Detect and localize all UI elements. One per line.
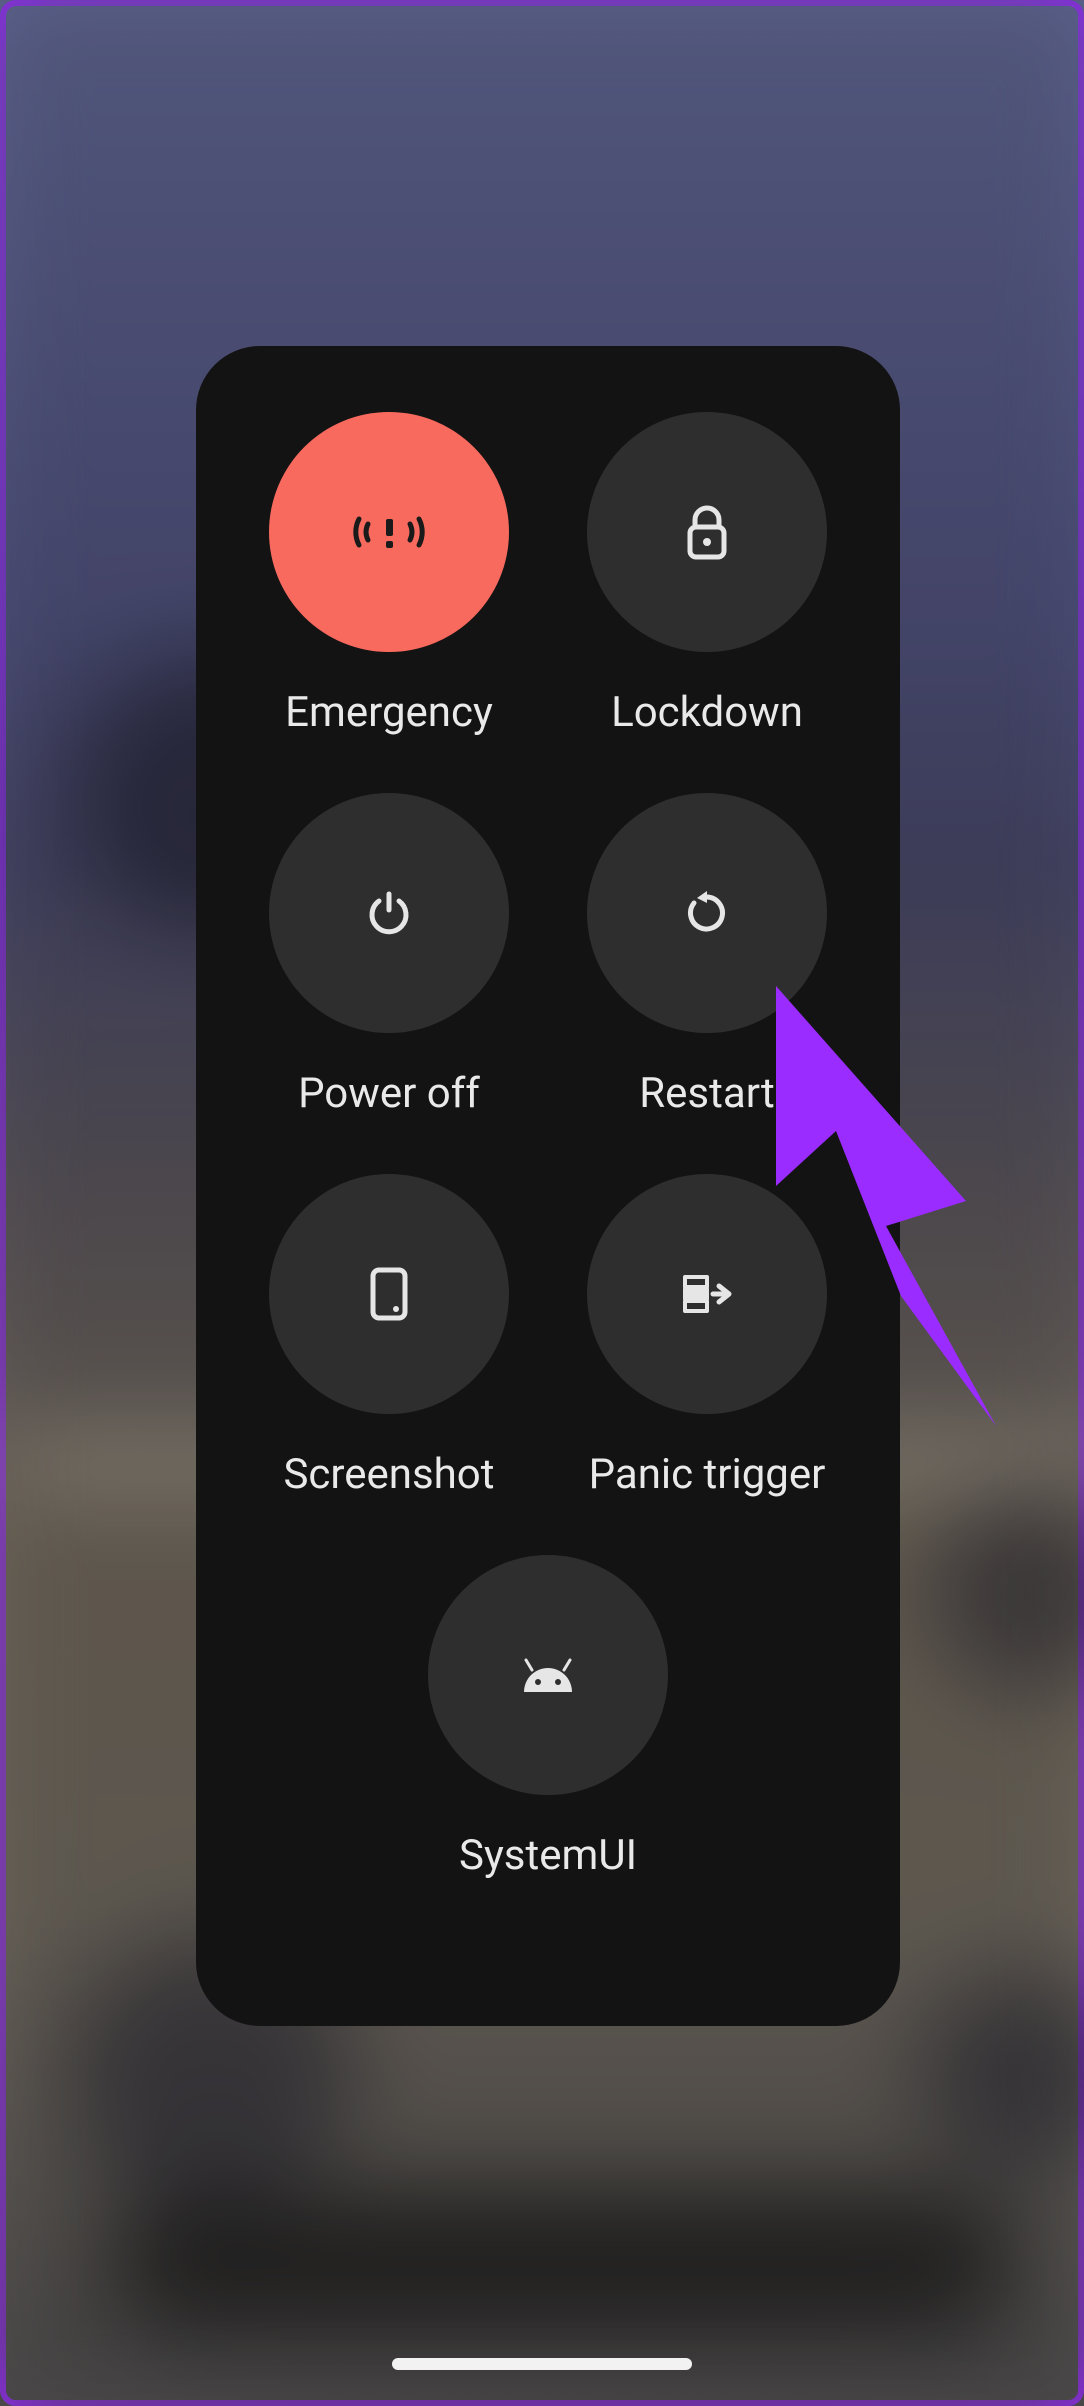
- power-icon: [269, 793, 509, 1033]
- home-indicator[interactable]: [392, 2358, 692, 2370]
- lockdown-label: Lockdown: [611, 688, 803, 737]
- lockdown-button[interactable]: Lockdown: [560, 412, 854, 737]
- android-icon: [428, 1555, 668, 1795]
- lock-icon: [587, 412, 827, 652]
- emergency-label: Emergency: [285, 688, 493, 737]
- panic-trigger-button[interactable]: Panic trigger: [560, 1174, 854, 1499]
- restart-button[interactable]: Restart: [560, 793, 854, 1118]
- panic-trigger-label: Panic trigger: [589, 1450, 826, 1499]
- power-off-button[interactable]: Power off: [242, 793, 536, 1118]
- systemui-label: SystemUI: [459, 1831, 637, 1880]
- panic-icon: [587, 1174, 827, 1414]
- power-off-label: Power off: [298, 1069, 480, 1118]
- power-menu-panel: Emergency Lockdown Power off: [196, 346, 900, 2026]
- systemui-button[interactable]: SystemUI: [242, 1555, 854, 1880]
- screenshot-icon: [269, 1174, 509, 1414]
- screenshot-button[interactable]: Screenshot: [242, 1174, 536, 1499]
- restart-label: Restart: [639, 1069, 774, 1118]
- screenshot-label: Screenshot: [283, 1450, 494, 1499]
- emergency-button[interactable]: Emergency: [242, 412, 536, 737]
- emergency-icon: [269, 412, 509, 652]
- restart-icon: [587, 793, 827, 1033]
